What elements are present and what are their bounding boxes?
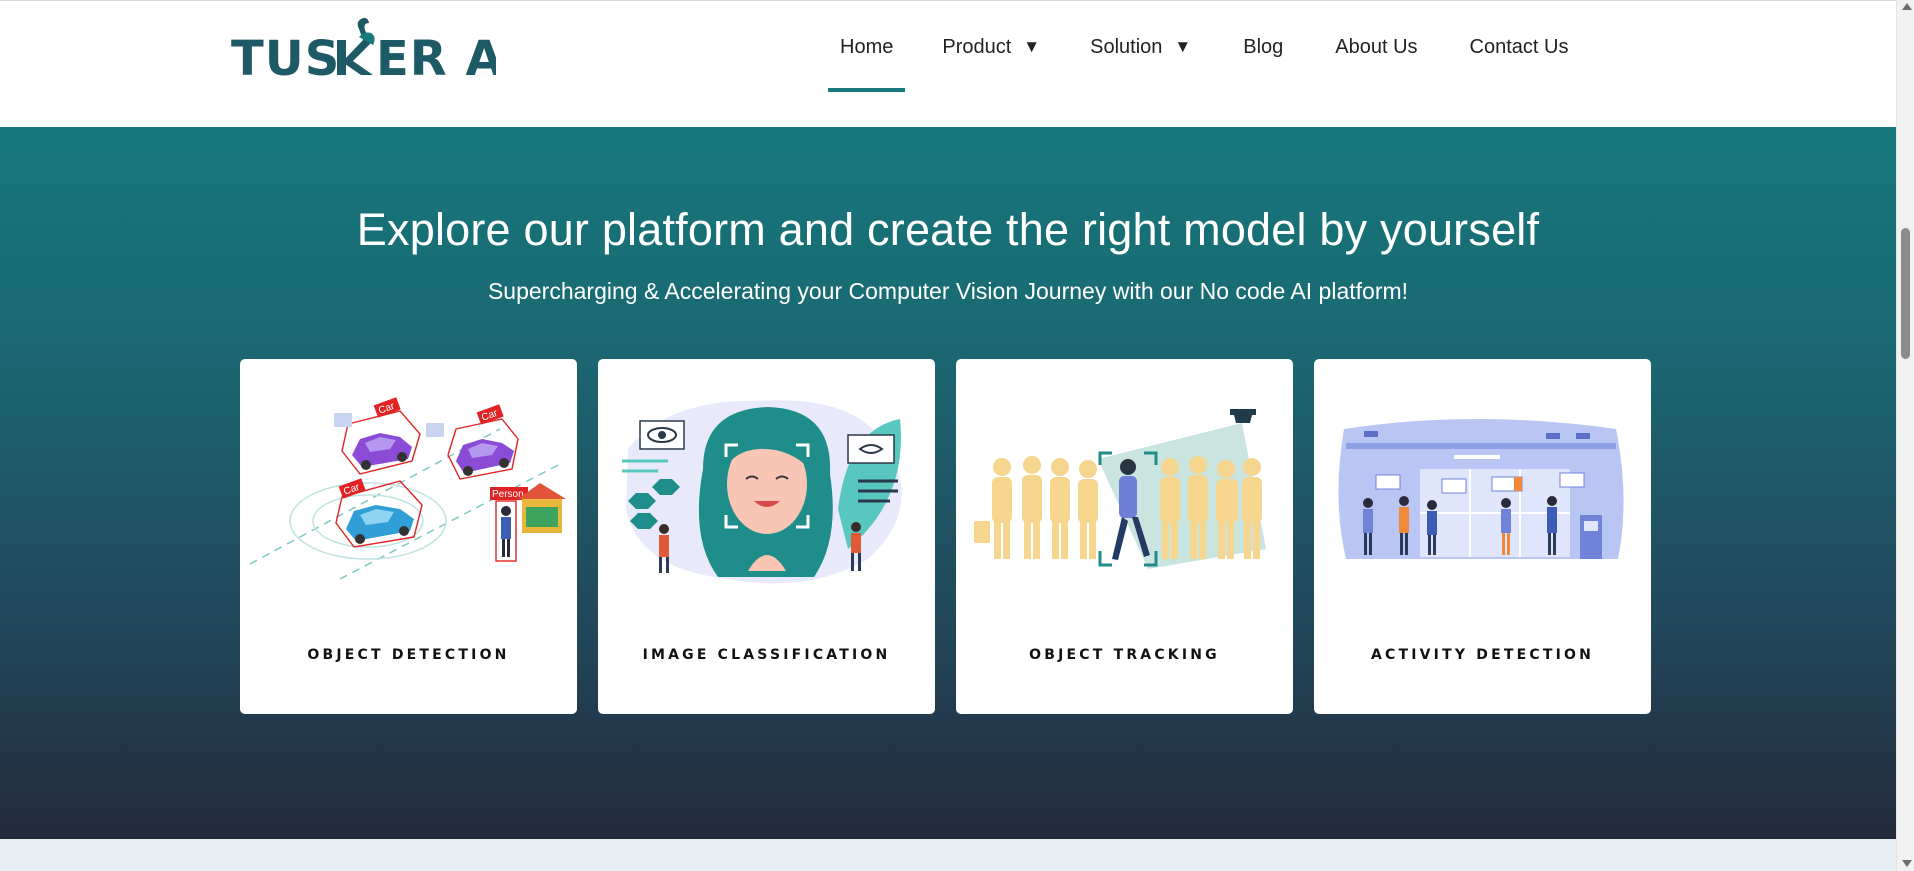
card-object-tracking[interactable]: OBJECT TRACKING (956, 359, 1293, 714)
card-label: ACTIVITY DETECTION (1370, 647, 1595, 663)
hero-subtitle: Supercharging & Accelerating your Comput… (487, 278, 1409, 304)
card-object-detection[interactable]: Car Car Car Person OBJECT DETECTION (240, 359, 577, 714)
card-label: OBJECT TRACKING (1029, 647, 1220, 663)
nav-contact-us-label: Contact Us (1469, 35, 1569, 58)
card-label: IMAGE CLASSIFICATION (642, 647, 891, 663)
logo-text-tus: TUS (231, 31, 340, 85)
nav-contact-us[interactable]: Contact Us (1448, 1, 1591, 93)
next-section-edge (0, 839, 1896, 871)
nav-solution-label: Solution (1090, 35, 1163, 58)
hero-title: Explore our platform and create the righ… (356, 204, 1540, 255)
scrollbar-thumb[interactable] (1901, 228, 1910, 359)
card-image-classification[interactable]: IMAGE CLASSIFICATION (598, 359, 935, 714)
dropdown-caret-icon: ▼ (1023, 37, 1041, 56)
nav-product-label: Product (942, 35, 1012, 58)
nav-solution[interactable]: Solution ▼ (1068, 1, 1213, 93)
nav-blog-label: Blog (1243, 35, 1284, 58)
site-header: TUS ER AI Home Product ▼ Solution ▼ Blog… (0, 0, 1896, 127)
nav-product[interactable]: Product ▼ (920, 1, 1062, 93)
tusker-ai-logo[interactable]: TUS ER AI (231, 15, 496, 85)
feature-cards: Car Car Car Person OBJECT DETECTION IMAG… (240, 359, 1651, 714)
nav-about-us[interactable]: About Us (1313, 1, 1439, 93)
nav-about-us-label: About Us (1335, 35, 1418, 58)
hero-section: Explore our platform and create the righ… (0, 127, 1896, 839)
logo-text-er-ai: ER AI (376, 31, 496, 85)
card-label: OBJECT DETECTION (307, 647, 510, 663)
nav-home[interactable]: Home (818, 1, 915, 93)
object-detection-illustration: Car Car Car Person (250, 397, 566, 580)
card-activity-detection[interactable]: ACTIVITY DETECTION (1314, 359, 1651, 714)
image-classification-illustration (622, 400, 902, 584)
scroll-up-arrow-icon[interactable] (1902, 3, 1912, 10)
dropdown-caret-icon: ▼ (1174, 37, 1192, 56)
scroll-down-arrow-icon[interactable] (1902, 860, 1912, 867)
nav-blog[interactable]: Blog (1221, 1, 1305, 93)
nav-home-label: Home (840, 35, 894, 58)
main-nav: Home Product ▼ Solution ▼ Blog About Us … (818, 1, 1590, 128)
activity-detection-illustration (1338, 419, 1624, 559)
elephant-k-mark (337, 17, 375, 75)
object-tracking-illustration (974, 409, 1266, 569)
page-scrollbar[interactable] (1896, 0, 1914, 871)
